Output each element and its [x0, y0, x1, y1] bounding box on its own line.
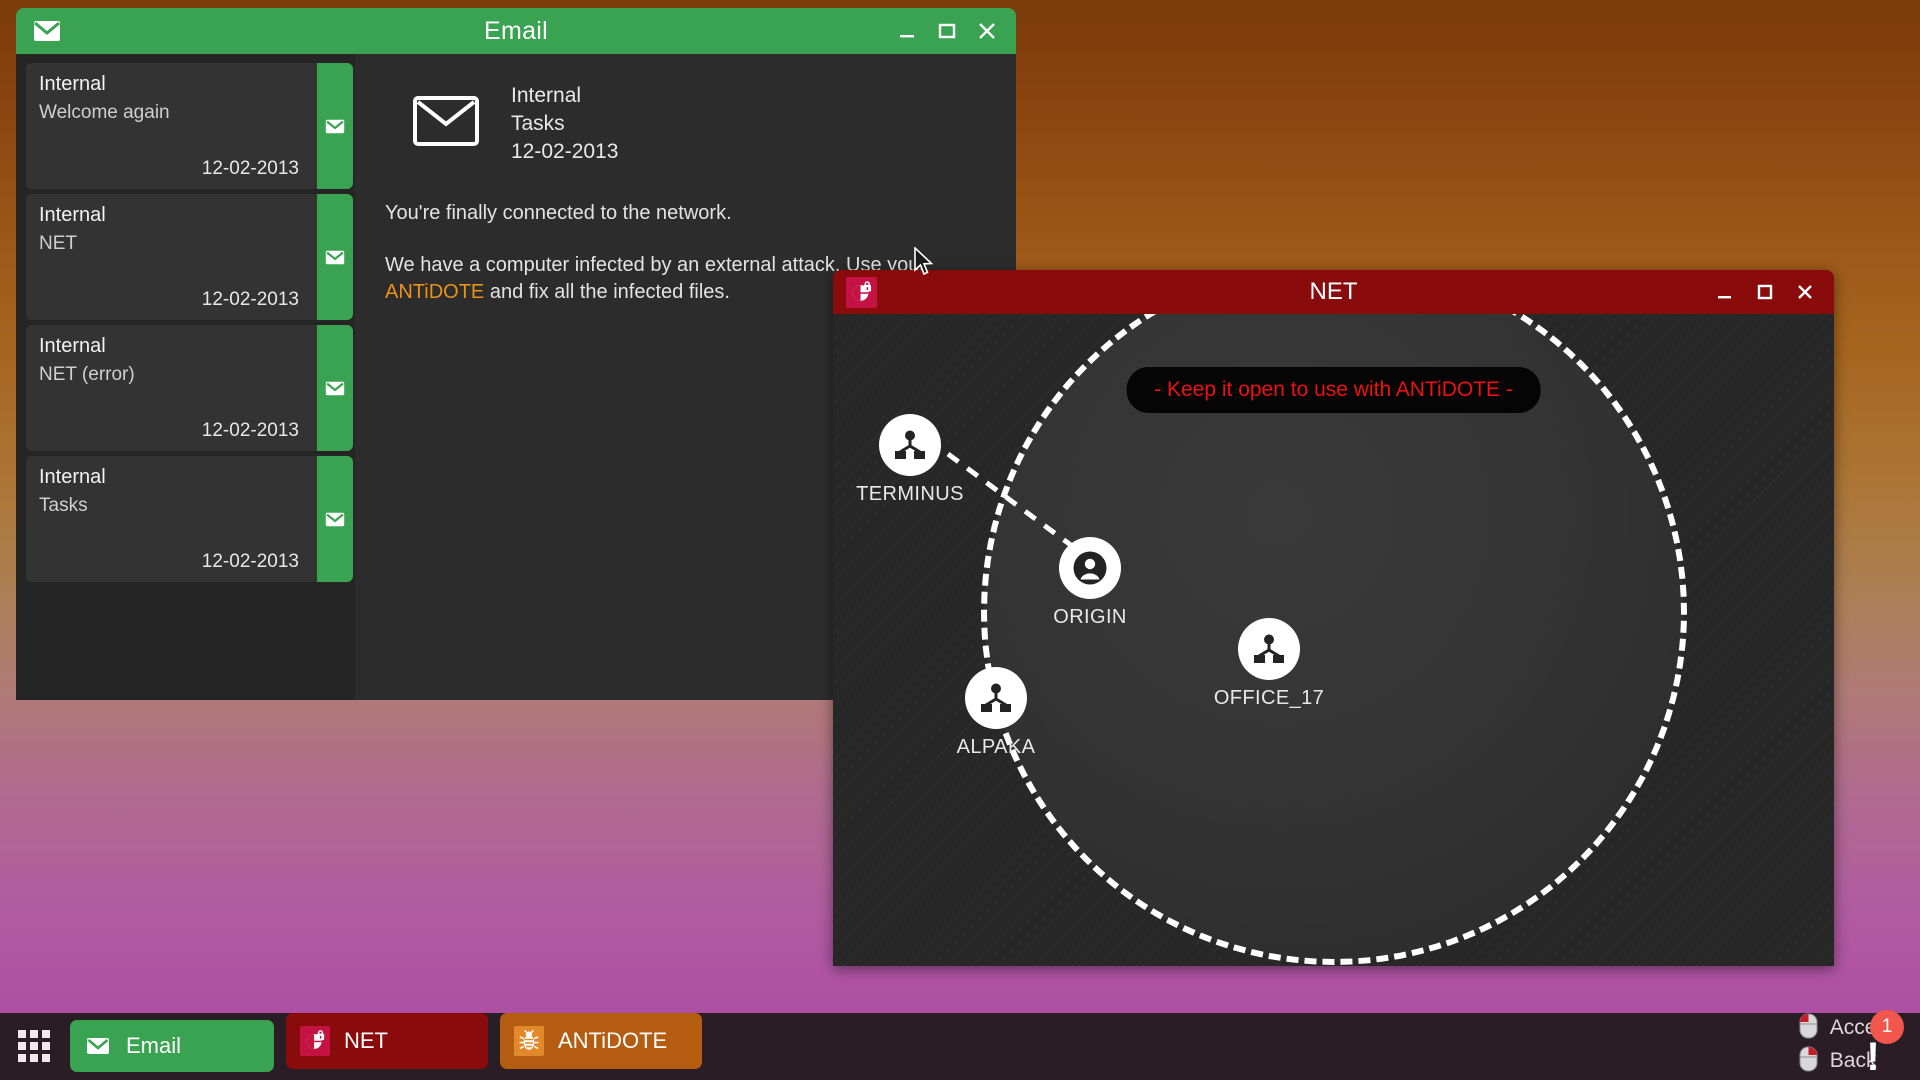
antidote-link[interactable]: ANTiDOTE [385, 281, 484, 303]
list-item[interactable]: Internal NET (error) 12-02-2013 [26, 325, 345, 451]
email-date: 12-02-2013 [202, 289, 299, 311]
node-label: ORIGIN [1025, 606, 1155, 629]
taskbar-label: NET [344, 1028, 388, 1054]
email-sender: Internal [39, 335, 106, 358]
taskbar-button-net[interactable]: NET [286, 1013, 488, 1069]
email-date: 12-02-2013 [202, 551, 299, 573]
net-window-controls [1714, 281, 1816, 303]
email-date: 12-02-2013 [202, 420, 299, 442]
mouse-left-click-icon [1799, 1013, 1818, 1044]
paragraph-2-after: and fix all the infected files. [484, 281, 730, 303]
net-banner: - Keep it open to use with ANTiDOTE - [1126, 367, 1541, 413]
globe-lock-icon [846, 277, 877, 308]
email-header: Internal Tasks 12-02-2013 [385, 76, 986, 166]
email-paragraph-1: You're finally connected to the network. [385, 200, 965, 227]
network-node-icon [965, 667, 1027, 729]
bug-icon [514, 1026, 544, 1056]
network-node-alpaka[interactable]: ALPAKA [931, 667, 1061, 759]
minimize-button[interactable] [896, 20, 918, 42]
email-subject: Tasks [39, 495, 88, 517]
email-titlebar[interactable]: Email [16, 8, 1016, 54]
node-label: TERMINUS [845, 483, 975, 506]
email-window-title: Email [16, 17, 1016, 46]
unread-flag[interactable] [317, 194, 353, 320]
maximize-button[interactable] [1754, 281, 1776, 303]
taskbar-button-email[interactable]: Email [70, 1020, 274, 1072]
app-grid-icon[interactable] [18, 1030, 52, 1064]
net-canvas[interactable]: - Keep it open to use with ANTiDOTE - TE… [833, 314, 1834, 966]
unread-flag[interactable] [317, 63, 353, 189]
network-node-terminus[interactable]: TERMINUS [845, 414, 975, 506]
unread-flag[interactable] [317, 325, 353, 451]
mouse-right-click-icon [1799, 1046, 1818, 1077]
user-circle-icon [1059, 537, 1121, 599]
unread-flag[interactable] [317, 456, 353, 582]
exclamation-icon: ! [1866, 1040, 1879, 1074]
notification-indicator[interactable]: ! 1 [1844, 1016, 1902, 1074]
taskbar: Email NET ANTiDOTE [0, 1013, 1920, 1080]
email-list[interactable]: Internal Welcome again 12-02-2013 Intern… [16, 54, 355, 700]
network-node-icon [879, 414, 941, 476]
email-subject: Welcome again [39, 102, 170, 124]
net-titlebar[interactable]: NET [833, 270, 1834, 314]
list-item[interactable]: Internal Tasks 12-02-2013 [26, 456, 345, 582]
list-item[interactable]: Internal Welcome again 12-02-2013 [26, 63, 345, 189]
close-button[interactable] [1794, 281, 1816, 303]
envelope-icon [84, 1032, 112, 1060]
network-node-office-17[interactable]: OFFICE_17 [1204, 618, 1334, 710]
network-node-icon [1238, 618, 1300, 680]
reading-subject: Tasks [511, 110, 618, 138]
net-window-title: NET [833, 278, 1834, 306]
envelope-icon [325, 119, 345, 134]
envelope-icon [325, 512, 345, 527]
envelope-icon [32, 16, 62, 46]
node-label: OFFICE_17 [1204, 687, 1334, 710]
envelope-icon [325, 250, 345, 265]
taskbar-label: Email [126, 1033, 181, 1059]
reading-sender: Internal [511, 82, 618, 110]
email-sender: Internal [39, 204, 106, 227]
envelope-icon [409, 84, 483, 158]
net-window: NET - Keep it open to use with ANTiDOTE … [833, 270, 1834, 966]
globe-lock-icon [300, 1026, 330, 1056]
email-sender: Internal [39, 73, 106, 96]
email-window-controls [896, 20, 998, 42]
email-subject: NET (error) [39, 364, 135, 386]
network-node-origin[interactable]: ORIGIN [1025, 537, 1155, 629]
maximize-button[interactable] [936, 20, 958, 42]
node-label: ALPAKA [931, 736, 1061, 759]
email-meta: Internal Tasks 12-02-2013 [511, 76, 618, 166]
notification-badge: 1 [1870, 1010, 1904, 1044]
email-sender: Internal [39, 466, 106, 489]
envelope-icon [325, 381, 345, 396]
minimize-button[interactable] [1714, 281, 1736, 303]
close-button[interactable] [976, 20, 998, 42]
list-item[interactable]: Internal NET 12-02-2013 [26, 194, 345, 320]
email-date: 12-02-2013 [202, 158, 299, 180]
taskbar-label: ANTiDOTE [558, 1028, 667, 1054]
taskbar-button-antidote[interactable]: ANTiDOTE [500, 1013, 702, 1069]
email-subject: NET [39, 233, 77, 255]
reading-date: 12-02-2013 [511, 138, 618, 166]
